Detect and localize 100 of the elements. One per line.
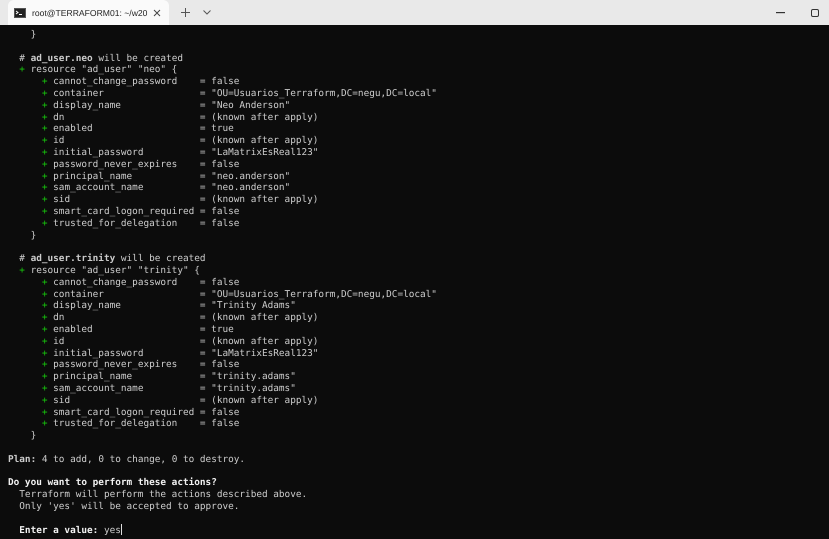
plus-sign: + xyxy=(42,336,48,348)
plus-sign: + xyxy=(42,276,48,289)
resource-comment: # ad_user.neo will be created xyxy=(19,52,183,64)
attribute-value: = false xyxy=(200,418,240,430)
attribute-value: = false xyxy=(200,276,240,289)
plus-sign: + xyxy=(42,76,48,88)
prompt-input[interactable]: yes xyxy=(104,525,121,536)
attribute-name: display_name xyxy=(53,100,122,112)
plus-sign: + xyxy=(42,158,48,171)
plus-sign: + xyxy=(19,264,25,277)
attribute-name: dn xyxy=(53,112,66,124)
attribute-value: = false xyxy=(200,359,240,372)
attribute-name: dn xyxy=(53,312,66,324)
tab-title: root@TERRAFORM01: ~/w20 xyxy=(32,8,148,18)
attribute-name: enabled xyxy=(53,123,94,136)
plus-sign: + xyxy=(42,288,48,300)
attribute-value: = (known after apply) xyxy=(200,394,318,406)
closing-brace: } xyxy=(30,430,36,442)
attribute-name: principal_name xyxy=(53,371,134,383)
plus-sign: + xyxy=(42,88,48,100)
attribute-name: smart_card_logon_required xyxy=(53,406,196,418)
confirmation-question: Do you want to perform these actions? xyxy=(8,477,217,488)
attribute-name: container xyxy=(53,88,105,100)
plus-sign: + xyxy=(42,218,48,230)
plus-sign: + xyxy=(42,182,48,194)
attribute-value: = "OU=Usuarios_Terraform,DC=negu,DC=local" xyxy=(200,88,437,100)
plus-sign: + xyxy=(42,406,48,418)
resource-header: resource "ad_user" "trinity" { xyxy=(30,264,200,277)
attribute-value: = "trinity.adams" xyxy=(200,371,296,383)
terminal-tab[interactable]: root@TERRAFORM01: ~/w20 xyxy=(8,0,170,25)
attribute-value: = "neo.anderson" xyxy=(200,182,290,194)
confirmation-note: Only 'yes' will be accepted to approve. xyxy=(19,500,240,512)
attribute-value: = false xyxy=(200,76,240,88)
plus-sign: + xyxy=(42,100,48,112)
attribute-name: id xyxy=(53,135,66,147)
attribute-value: = "trinity.adams" xyxy=(200,382,296,395)
attribute-name: password_never_expires xyxy=(53,158,178,171)
closing-brace: } xyxy=(30,230,36,242)
new-tab-icon[interactable] xyxy=(181,8,190,17)
dropdown-chevron-icon[interactable] xyxy=(203,10,212,15)
attribute-value: = true xyxy=(200,324,234,336)
minimize-icon[interactable] xyxy=(776,12,785,14)
attribute-value: = "LaMatrixEsReal123" xyxy=(200,348,318,360)
attribute-name: cannot_change_password xyxy=(53,76,178,88)
attribute-name: initial_password xyxy=(53,146,144,159)
attribute-value: = "Trinity Adams" xyxy=(200,300,296,312)
attribute-name: password_never_expires xyxy=(53,359,178,372)
plus-sign: + xyxy=(42,194,48,206)
attribute-value: = false xyxy=(200,206,240,218)
attribute-name: sam_account_name xyxy=(53,182,144,194)
plan-summary: Plan: 4 to add, 0 to change, 0 to destroy. xyxy=(8,454,246,465)
attribute-name: cannot_change_password xyxy=(53,276,178,289)
attribute-name: display_name xyxy=(53,300,122,312)
plus-sign: + xyxy=(42,418,48,430)
plus-sign: + xyxy=(42,146,48,159)
prompt-label: Enter a value: xyxy=(19,525,98,536)
attribute-name: sam_account_name xyxy=(53,382,144,395)
attribute-name: container xyxy=(53,288,105,300)
text-cursor xyxy=(120,524,122,536)
attribute-name: sid xyxy=(53,194,72,206)
attribute-value: = (known after apply) xyxy=(200,336,318,348)
attribute-name: id xyxy=(53,336,66,348)
confirmation-note: Terraform will perform the actions described above. xyxy=(19,489,308,500)
attribute-name: trusted_for_delegation xyxy=(53,218,178,230)
attribute-name: smart_card_logon_required xyxy=(53,206,196,218)
attribute-value: = false xyxy=(200,158,240,171)
attribute-value: = false xyxy=(200,406,240,418)
plus-sign: + xyxy=(42,170,48,182)
attribute-name: trusted_for_delegation xyxy=(53,418,178,430)
attribute-value: = (known after apply) xyxy=(200,112,318,124)
attribute-name: initial_password xyxy=(53,348,144,360)
resource-header: resource "ad_user" "neo" { xyxy=(30,64,178,76)
plus-sign: + xyxy=(42,359,48,372)
plus-sign: + xyxy=(42,135,48,147)
plus-sign: + xyxy=(42,394,48,406)
plus-sign: + xyxy=(42,348,48,360)
closing-brace: } xyxy=(30,29,36,40)
plus-sign: + xyxy=(42,312,48,324)
attribute-value: = "OU=Usuarios_Terraform,DC=negu,DC=local" xyxy=(200,288,437,300)
attribute-value: = false xyxy=(200,218,240,230)
attribute-value: = "Neo Anderson" xyxy=(200,100,290,112)
attribute-value: = (known after apply) xyxy=(200,194,318,206)
maximize-icon[interactable] xyxy=(811,8,819,16)
attribute-value: = (known after apply) xyxy=(200,135,318,147)
terminal-icon xyxy=(14,8,26,18)
plus-sign: + xyxy=(42,371,48,383)
plus-sign: + xyxy=(42,206,48,218)
resource-comment: # ad_user.trinity will be created xyxy=(19,253,206,265)
attribute-value: = "LaMatrixEsReal123" xyxy=(200,146,318,159)
attribute-value: = true xyxy=(200,123,234,136)
attribute-name: principal_name xyxy=(53,170,134,182)
plus-sign: + xyxy=(42,324,48,336)
plus-sign: + xyxy=(42,112,48,124)
plus-sign: + xyxy=(42,382,48,395)
attribute-value: = (known after apply) xyxy=(200,312,318,324)
plus-sign: + xyxy=(42,300,48,312)
close-icon[interactable] xyxy=(153,8,162,16)
attribute-value: = "neo.anderson" xyxy=(200,170,290,182)
plus-sign: + xyxy=(42,123,48,136)
plus-sign: + xyxy=(19,64,25,76)
